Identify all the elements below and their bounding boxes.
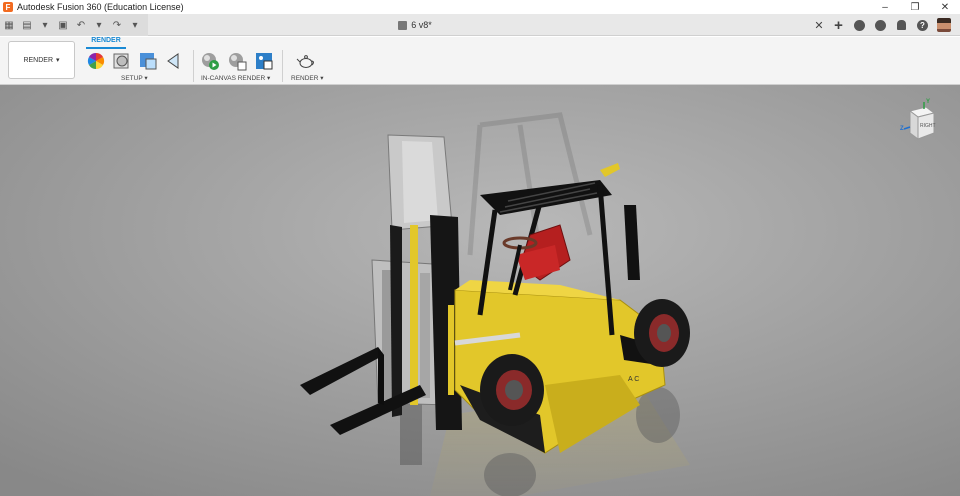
restore-button[interactable]: ❐ xyxy=(900,0,930,14)
document-tab-inner[interactable]: 6 v8* xyxy=(398,20,432,30)
scene-settings-tool-button[interactable] xyxy=(112,51,132,71)
undo-dropdown-icon[interactable]: ▾ xyxy=(90,14,108,36)
header-right-controls: + ? xyxy=(828,14,954,36)
workspace-switcher-button[interactable]: RENDER ▾ xyxy=(8,41,75,79)
in-canvas-settings-button[interactable] xyxy=(227,51,247,71)
window-controls: – ❐ ✕ xyxy=(870,0,960,14)
job-status-clock-icon xyxy=(875,19,886,31)
setup-group-label[interactable]: SETUP ▾ xyxy=(121,74,148,82)
viewcube-face-label: RIGHT xyxy=(920,123,936,129)
extensions-button[interactable] xyxy=(849,14,870,36)
in-canvas-settings-icon xyxy=(229,53,247,71)
new-tab-button[interactable]: + xyxy=(828,14,849,36)
ribbon-toolbar: RENDER ▾ RENDER SETUP ▾ IN-CANVAS RENDER… xyxy=(0,37,960,85)
group-divider xyxy=(193,50,194,82)
document-icon xyxy=(398,20,408,30)
render-button[interactable] xyxy=(296,51,316,71)
in-canvas-render-icon xyxy=(202,53,219,70)
document-name: 6 v8* xyxy=(411,20,432,30)
appearance-tool-button[interactable] xyxy=(86,51,106,71)
quick-access-toolbar: ▦ ▤ ▾ ▣ ↶ ▾ ↷ ▾ xyxy=(0,14,148,36)
profile-button[interactable] xyxy=(933,14,954,36)
in-canvas-render-group-label[interactable]: IN-CANVAS RENDER ▾ xyxy=(201,74,270,82)
extensions-icon xyxy=(854,19,865,31)
close-tab-icon[interactable]: ✕ xyxy=(812,14,826,36)
active-tab-indicator xyxy=(86,47,126,49)
capture-image-icon xyxy=(256,53,273,70)
notifications-button[interactable] xyxy=(891,14,912,36)
help-button[interactable]: ? xyxy=(912,14,933,36)
avatar xyxy=(936,18,951,32)
forklift-render-image[interactable]: A C xyxy=(0,85,960,496)
minimize-button[interactable]: – xyxy=(870,0,900,14)
save-icon[interactable]: ▣ xyxy=(54,14,72,36)
title-bar: F Autodesk Fusion 360 (Education License… xyxy=(0,0,960,14)
wheel-rear xyxy=(634,299,690,367)
wheel-front xyxy=(480,354,544,426)
group-divider xyxy=(282,50,283,82)
canvas-viewport[interactable]: A C RIGHT Z Y xyxy=(0,85,960,496)
color-wheel-icon xyxy=(87,52,105,70)
fusion-logo-icon: F xyxy=(3,2,13,12)
plus-icon: + xyxy=(834,16,843,34)
render-group-label[interactable]: RENDER ▾ xyxy=(291,74,324,82)
viewcube-y-axis-label: Y xyxy=(926,99,931,105)
workspace-label: RENDER xyxy=(23,56,54,64)
bell-icon xyxy=(897,20,906,30)
svg-text:A C: A C xyxy=(628,376,639,383)
file-menu-icon[interactable]: ▤ xyxy=(18,14,36,36)
decal-icon xyxy=(167,53,179,69)
viewcube-z-axis-label: Z xyxy=(900,126,904,132)
redo-dropdown-icon[interactable]: ▾ xyxy=(126,14,144,36)
undo-icon[interactable]: ↶ xyxy=(72,14,90,36)
document-tab-bar: 6 v8* ▦ ▤ ▾ ▣ ↶ ▾ ↷ ▾ ✕ + ? xyxy=(0,14,960,36)
teapot-icon xyxy=(296,55,314,68)
scene-settings-icon xyxy=(113,53,129,69)
data-panel-grid-icon[interactable]: ▦ xyxy=(0,14,18,36)
window-title: Autodesk Fusion 360 (Education License) xyxy=(17,2,184,12)
texture-map-icon xyxy=(140,53,157,70)
job-status-button[interactable] xyxy=(870,14,891,36)
capture-image-button[interactable] xyxy=(254,51,274,71)
tab-render[interactable]: RENDER xyxy=(86,37,126,44)
viewcube-icon xyxy=(903,102,936,140)
in-canvas-render-button[interactable] xyxy=(200,51,220,71)
file-dropdown-icon[interactable]: ▾ xyxy=(36,14,54,36)
viewcube[interactable]: RIGHT Z Y xyxy=(900,99,940,145)
help-icon: ? xyxy=(917,19,928,31)
workspace-caret-icon: ▾ xyxy=(56,57,60,64)
texture-map-tool-button[interactable] xyxy=(138,51,158,71)
decal-tool-button[interactable] xyxy=(164,51,184,71)
redo-icon[interactable]: ↷ xyxy=(108,14,126,36)
close-window-button[interactable]: ✕ xyxy=(930,0,960,14)
